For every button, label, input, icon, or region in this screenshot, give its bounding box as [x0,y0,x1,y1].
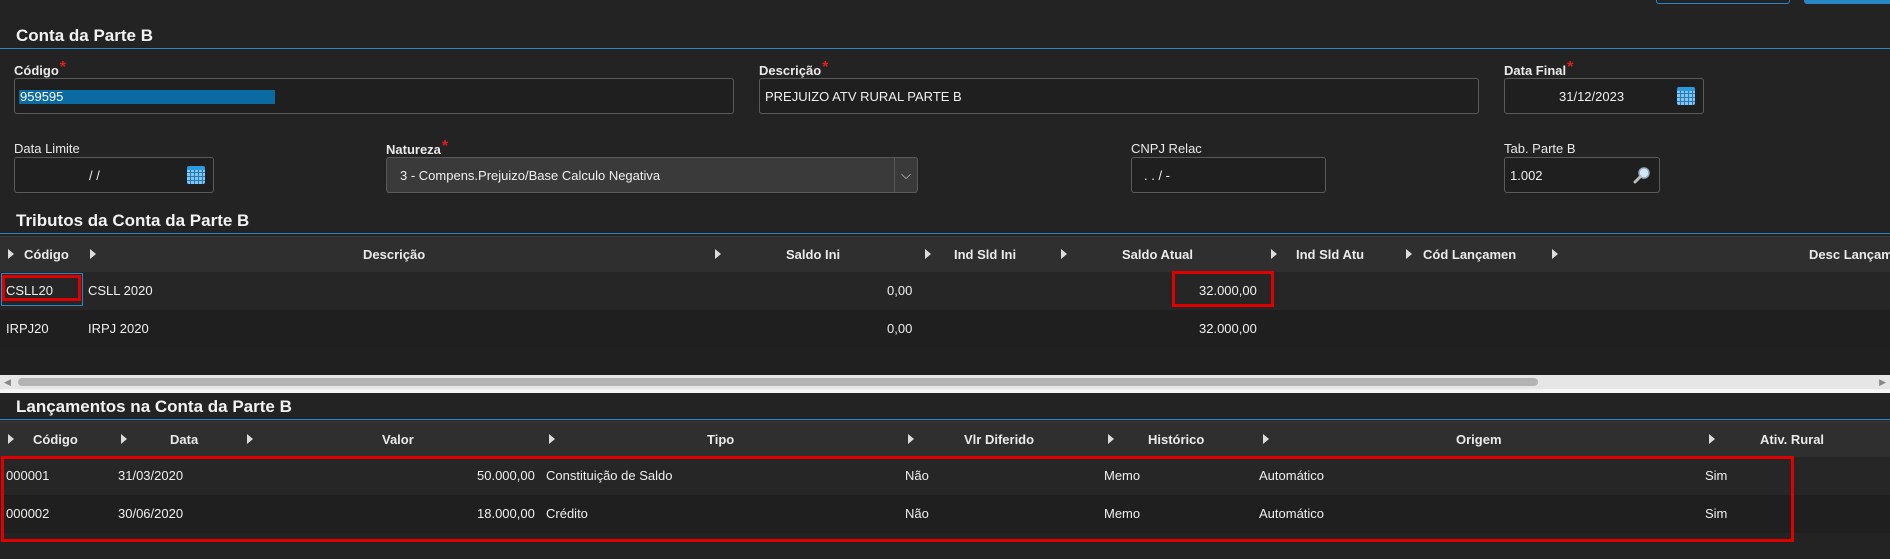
column-sort-triangle-icon[interactable] [908,434,914,444]
required-marker: * [822,59,829,76]
tributos-grid-header: Código Descrição Saldo Ini Ind Sld Ini S… [0,236,1890,273]
top-action-button-2[interactable] [1804,0,1890,4]
data-final-input[interactable]: 31/12/2023 [1504,78,1704,114]
col-header-tipo[interactable]: Tipo [707,432,734,447]
column-sort-triangle-icon[interactable] [8,434,14,444]
codigo-input[interactable]: 959595 [14,78,734,114]
highlight-box-lancamentos-rows [1,456,1794,542]
cell-saldo-ini: 0,00 [887,321,913,336]
col-header-data[interactable]: Data [170,432,198,447]
section-divider [0,419,1890,420]
scroll-right-icon[interactable]: ▶ [1879,377,1886,388]
column-sort-triangle-icon[interactable] [8,249,14,259]
cell-saldo-atual: 32.000,00 [1199,321,1257,336]
col-header-valor[interactable]: Valor [382,432,414,447]
col-header-codigo[interactable]: Código [33,432,78,447]
col-header-desc-lancam[interactable]: Desc Lançam [1809,247,1890,262]
required-marker: * [441,138,449,155]
column-sort-triangle-icon[interactable] [1271,249,1277,259]
cell-codigo: IRPJ20 [6,321,49,336]
table-row[interactable]: CSLL20 CSLL 2020 0,00 32.000,00 [0,272,1890,310]
tab-parte-b-label: Tab. Parte B [1504,141,1576,156]
column-sort-triangle-icon[interactable] [1552,249,1558,259]
column-sort-triangle-icon[interactable] [121,434,127,444]
cell-descricao: IRPJ 2020 [88,321,149,336]
data-limite-label: Data Limite [14,141,80,156]
col-header-cod-lancamen[interactable]: Cód Lançamen [1423,247,1516,262]
section-title-tributos: Tributos da Conta da Parte B [16,211,250,230]
col-header-saldo-atual[interactable]: Saldo Atual [1122,247,1193,262]
column-sort-triangle-icon[interactable] [1263,434,1269,444]
required-marker: * [1567,59,1574,76]
col-header-saldo-ini[interactable]: Saldo Ini [786,247,840,262]
column-sort-triangle-icon[interactable] [90,249,96,259]
col-header-ativ-rural[interactable]: Ativ. Rural [1760,432,1824,447]
column-sort-triangle-icon[interactable] [247,434,253,444]
col-header-codigo[interactable]: Código [24,247,69,262]
section-title-lancamentos: Lançamentos na Conta da Parte B [16,397,292,416]
lancamentos-grid-header: Código Data Valor Tipo Vlr Diferido Hist… [0,421,1890,458]
cell-saldo-ini: 0,00 [887,283,913,298]
table-row[interactable]: IRPJ20 IRPJ 2020 0,00 32.000,00 [0,310,1890,348]
col-header-origem[interactable]: Origem [1456,432,1502,447]
column-sort-triangle-icon[interactable] [925,249,931,259]
calendar-icon[interactable] [187,166,205,184]
scroll-left-icon[interactable]: ◀ [4,377,11,388]
column-sort-triangle-icon[interactable] [1406,249,1412,259]
section-title-conta: Conta da Parte B [16,26,153,45]
section-gap [0,389,1890,393]
top-action-button-1[interactable] [1656,0,1790,4]
highlight-box-saldo-atual [1172,271,1274,307]
scrollbar-thumb[interactable] [18,378,1538,386]
column-sort-triangle-icon[interactable] [549,434,555,444]
col-header-ind-sld-ini[interactable]: Ind Sld Ini [954,247,1016,262]
highlight-box-codigo [2,275,81,301]
column-sort-triangle-icon[interactable] [1709,434,1715,444]
required-marker: * [59,59,66,76]
tab-parte-b-input[interactable]: 1.002 [1504,157,1660,193]
col-header-descricao[interactable]: Descrição [363,247,425,262]
grid-empty-area [0,348,1890,378]
horizontal-scrollbar[interactable]: ◀ ▶ [0,375,1890,389]
calendar-icon[interactable] [1677,87,1695,105]
col-header-vlr-diferido[interactable]: Vlr Diferido [964,432,1034,447]
section-divider [0,48,1890,49]
section-divider [0,233,1890,234]
natureza-select[interactable]: 3 - Compens.Prejuizo/Base Calculo Negati… [386,157,918,193]
descricao-input[interactable]: PREJUIZO ATV RURAL PARTE B [759,78,1479,114]
cnpj-input[interactable]: . . / - [1131,157,1326,193]
column-sort-triangle-icon[interactable] [1061,249,1067,259]
data-limite-input[interactable]: / / [14,157,214,193]
column-sort-triangle-icon[interactable] [715,249,721,259]
col-header-ind-sld-atu[interactable]: Ind Sld Atu [1296,247,1364,262]
cell-descricao: CSLL 2020 [88,283,153,298]
cnpj-label: CNPJ Relac [1131,141,1202,156]
col-header-historico[interactable]: Histórico [1148,432,1204,447]
chevron-down-icon[interactable]: ⌵ [894,158,917,192]
codigo-selected-value: 959595 [19,89,275,104]
lookup-magnifier-icon[interactable] [1633,166,1651,184]
column-sort-triangle-icon[interactable] [1108,434,1114,444]
